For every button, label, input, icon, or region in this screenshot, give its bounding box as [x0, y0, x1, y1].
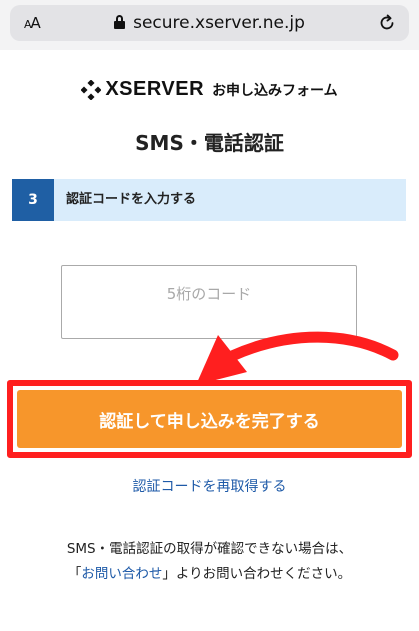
step-number: 3 [12, 179, 54, 221]
complete-signup-button[interactable]: 認証して申し込みを完了する [17, 390, 402, 448]
url-display[interactable]: secure.xserver.ne.jp [10, 13, 409, 33]
resend-code-link[interactable]: 認証コードを再取得する [0, 476, 419, 496]
verification-code-input[interactable] [61, 265, 357, 339]
contact-link[interactable]: お問い合わせ [81, 566, 162, 582]
help-note-line2: 「お問い合わせ」よりお問い合わせください。 [67, 566, 352, 582]
step-label: 認証コードを入力する [66, 192, 197, 207]
reload-icon[interactable] [377, 13, 397, 33]
form-subtitle: お申し込みフォーム [212, 82, 338, 99]
step-header: 3 認証コードを入力する [12, 179, 406, 221]
lock-icon [114, 15, 126, 29]
site-header: XSERVER お申し込みフォーム [0, 78, 419, 102]
help-note-line1: SMS・電話認証の取得が確認できない場合は、 [66, 541, 353, 557]
logo-text: XSERVER [105, 78, 205, 100]
browser-toolbar: AA secure.xserver.ne.jp [0, 0, 419, 50]
address-bar[interactable]: AA secure.xserver.ne.jp [10, 5, 409, 41]
xserver-logo-icon [81, 79, 102, 100]
url-text: secure.xserver.ne.jp [133, 13, 305, 33]
submit-highlight: 認証して申し込みを完了する [7, 380, 412, 458]
page-title: SMS・電話認証 [135, 131, 284, 155]
help-note: SMS・電話認証の取得が確認できない場合は、 「お問い合わせ」よりお問い合わせく… [0, 537, 419, 587]
